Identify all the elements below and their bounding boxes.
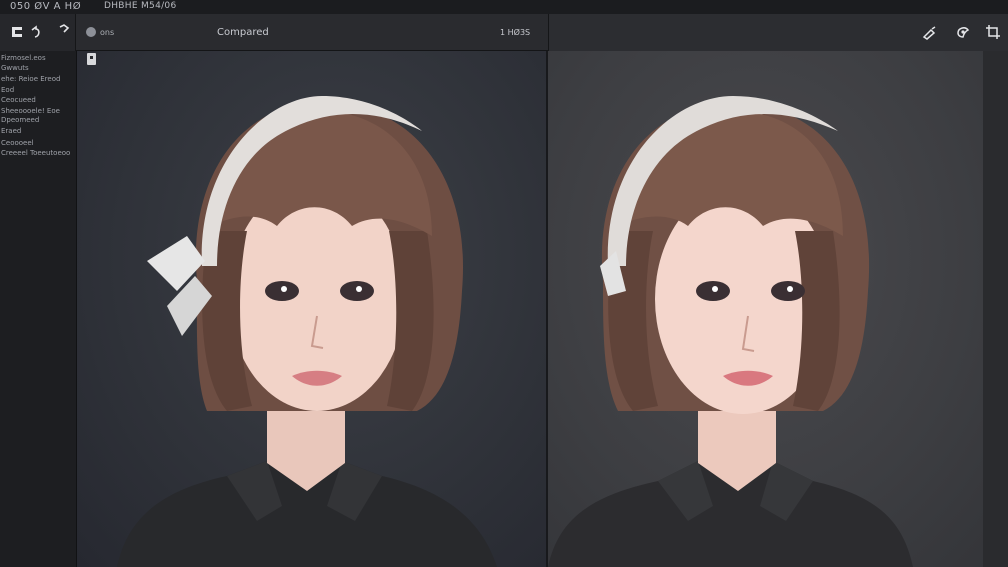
sidebar-item[interactable]: Creeeel Toeeutoeoo xyxy=(1,149,70,157)
sidebar-item[interactable]: Sheeoooele! Eoe xyxy=(1,107,60,115)
title-text: 050 ØV A HØ xyxy=(10,1,82,12)
sidebar-item[interactable]: Ceoooeel xyxy=(1,139,34,147)
sidebar-item[interactable]: Gwwuts xyxy=(1,64,29,72)
edited-image-pane[interactable] xyxy=(548,51,1008,567)
sidebar-item[interactable]: ehe: Reioe Ereod xyxy=(1,75,60,83)
pen-icon[interactable] xyxy=(922,25,938,41)
right-edge-panel xyxy=(983,51,1008,567)
title-bar: 050 ØV A HØ DHBHE M54/06 xyxy=(0,0,1008,14)
toolbar: ons Compared 1 HØ3S xyxy=(0,14,1008,51)
sidebar-panel: Fizmosel.eos Gwwuts ehe: Reioe Ereod Eod… xyxy=(0,51,77,567)
crop-icon[interactable] xyxy=(985,24,1001,40)
toolbar-right-group xyxy=(548,14,1008,51)
sidebar-item[interactable]: Fizmosel.eos xyxy=(1,54,46,62)
tab-label: ons xyxy=(100,27,115,37)
brush-icon[interactable] xyxy=(955,24,971,40)
compare-label[interactable]: Compared xyxy=(217,27,269,38)
pane-marker-icon[interactable] xyxy=(87,53,96,65)
sidebar-item[interactable]: Eraed xyxy=(1,127,21,135)
portrait-edited xyxy=(548,96,913,567)
tab-dot-icon xyxy=(86,27,96,37)
zoom-label[interactable]: 1 HØ3S xyxy=(500,28,530,37)
original-image-pane[interactable] xyxy=(77,51,547,567)
portrait-original xyxy=(117,96,497,567)
sidebar-item[interactable]: Ceocueed xyxy=(1,96,36,104)
menu-icon[interactable] xyxy=(10,25,24,39)
toolbar-left-group xyxy=(0,14,76,51)
document-tab[interactable]: ons xyxy=(86,27,114,37)
sidebar-item[interactable]: Eod xyxy=(1,86,14,94)
dropdown-icon[interactable] xyxy=(58,23,70,35)
undo-icon[interactable] xyxy=(28,25,42,39)
sidebar-item[interactable]: Dpeomeed xyxy=(1,116,39,124)
title-info-text: DHBHE M54/06 xyxy=(104,1,177,11)
